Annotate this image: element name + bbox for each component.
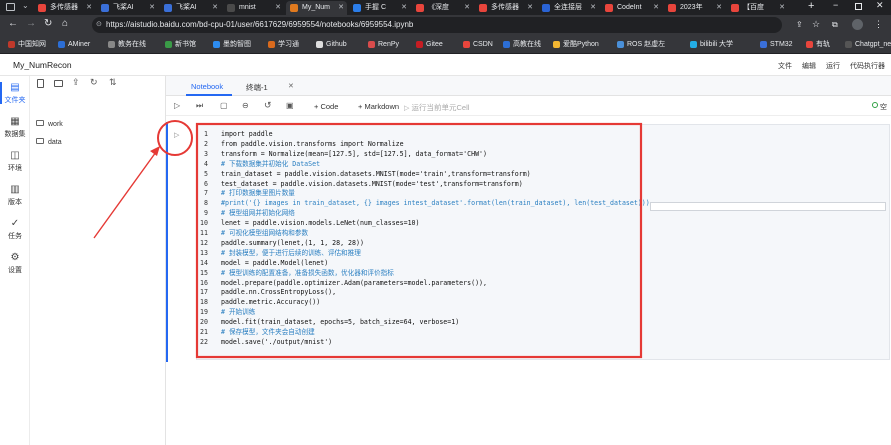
- annotation-arrow: [93, 151, 157, 239]
- annotation-arrowhead: [150, 146, 160, 156]
- run-button-highlight-circle: [157, 120, 193, 156]
- annotation-layer: [93, 120, 643, 359]
- code-highlight-box: [195, 122, 643, 359]
